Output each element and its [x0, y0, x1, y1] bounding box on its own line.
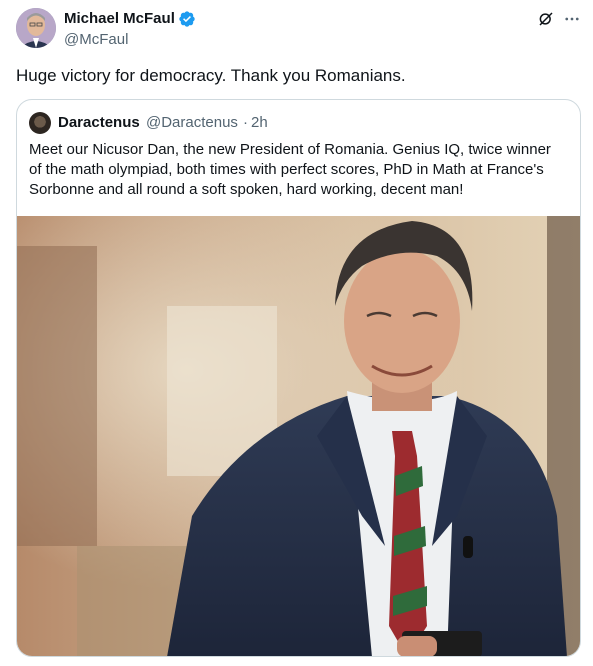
quoted-tweet[interactable]: Daractenus @Daractenus · 2h Meet our Nic…: [16, 99, 581, 657]
quoted-author-name[interactable]: Daractenus: [58, 114, 140, 132]
verified-badge-icon: [179, 11, 195, 27]
quoted-author-avatar[interactable]: [29, 112, 51, 134]
separator-dot: ·: [243, 114, 248, 131]
quoted-text-line: Meet our Nicusor Dan, the new President …: [29, 141, 551, 158]
tweet-text: Huge victory for democracy. Thank you Ro…: [16, 66, 406, 85]
quoted-text-line: of the math olympiad, both times with pe…: [29, 161, 544, 178]
quoted-tweet-text: Meet our Nicusor Dan, the new President …: [29, 140, 574, 200]
more-options-icon[interactable]: [563, 10, 581, 28]
author-name[interactable]: Michael McFaul: [64, 10, 175, 28]
grok-icon[interactable]: [537, 10, 555, 28]
quoted-text-line: Sorbonne and all round a soft spoken, ha…: [29, 181, 464, 198]
quoted-photo[interactable]: [17, 216, 580, 656]
tweet[interactable]: Michael McFaul @McFaul Huge victory for …: [0, 0, 593, 666]
author-handle[interactable]: @McFaul: [64, 31, 128, 49]
quoted-author-handle[interactable]: @Daractenus: [146, 114, 238, 132]
quoted-timestamp[interactable]: 2h: [251, 114, 268, 132]
author-avatar[interactable]: [16, 8, 56, 48]
